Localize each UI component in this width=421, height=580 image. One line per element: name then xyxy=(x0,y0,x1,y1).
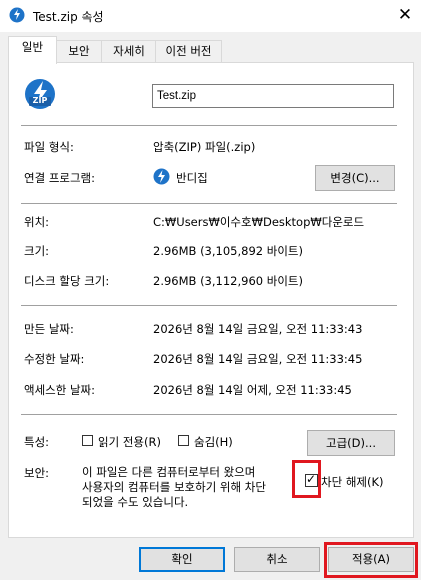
security-message-line: 사용자의 컴퓨터를 보호하기 위해 차단 xyxy=(82,480,266,494)
size-value: 2.96MB (3,105,892 바이트) xyxy=(153,244,303,258)
tab-label: 보안 xyxy=(68,44,90,58)
readonly-label[interactable]: 읽기 전용(R) xyxy=(98,434,161,450)
tab-previous-versions[interactable]: 이전 버전 xyxy=(155,40,222,63)
security-message-line: 되었을 수도 있습니다. xyxy=(82,495,189,509)
zip-file-icon xyxy=(9,7,25,23)
tab-label: 자세히 xyxy=(113,44,145,58)
change-button[interactable]: 변경(C)... xyxy=(315,165,395,191)
cancel-button[interactable]: 취소 xyxy=(234,547,320,572)
separator xyxy=(21,305,397,306)
tab-label: 이전 버전 xyxy=(165,44,212,58)
zip-icon-label: ZIP xyxy=(32,96,48,105)
size-label: 크기: xyxy=(24,244,50,258)
checkmark-icon: ✓ xyxy=(306,472,317,486)
separator xyxy=(21,203,397,204)
bandizip-icon xyxy=(153,168,170,185)
location-label: 위치: xyxy=(24,215,50,229)
type-label: 파일 형식: xyxy=(24,140,74,154)
ok-button[interactable]: 확인 xyxy=(139,547,225,572)
unblock-checkbox[interactable]: ✓ xyxy=(305,472,318,487)
hidden-label[interactable]: 숨김(H) xyxy=(194,434,233,450)
opens-with-value: 반디집 xyxy=(176,171,208,185)
type-value: 압축(ZIP) 파일(.zip) xyxy=(153,140,256,154)
modified-label: 수정한 날짜: xyxy=(24,352,85,366)
zip-icon xyxy=(24,78,56,110)
modified-value: 2026년 8월 14일 금요일, 오전 11:33:45 xyxy=(153,352,363,366)
readonly-checkbox[interactable] xyxy=(82,435,93,446)
unblock-label[interactable]: 차단 해제(K) xyxy=(321,474,384,490)
created-value: 2026년 8월 14일 금요일, 오전 11:33:43 xyxy=(153,322,363,336)
attributes-label: 특성: xyxy=(24,435,50,449)
window-title: Test.zip 속성 xyxy=(33,10,104,24)
advanced-button[interactable]: 고급(D)... xyxy=(307,430,395,456)
location-value: C:₩Users₩이수호₩Desktop₩다운로드 xyxy=(153,215,365,229)
tab-general[interactable]: 일반 xyxy=(8,36,57,64)
security-label: 보안: xyxy=(24,466,50,480)
separator xyxy=(21,414,397,415)
accessed-label: 액세스한 날짜: xyxy=(24,383,96,397)
separator xyxy=(21,125,397,126)
close-icon[interactable]: ✕ xyxy=(393,3,417,27)
created-label: 만든 날짜: xyxy=(24,322,74,336)
opens-with-label: 연결 프로그램: xyxy=(24,171,96,185)
file-name-input[interactable] xyxy=(152,84,394,108)
apply-button[interactable]: 적용(A) xyxy=(328,547,414,572)
accessed-value: 2026년 8월 14일 어제, 오전 11:33:45 xyxy=(153,383,352,397)
security-message-line: 이 파일은 다른 컴퓨터로부터 왔으며 xyxy=(82,465,256,479)
tab-security[interactable]: 보안 xyxy=(55,40,103,63)
disk-size-label: 디스크 할당 크기: xyxy=(24,274,110,288)
hidden-checkbox[interactable] xyxy=(178,435,189,446)
tab-details[interactable]: 자세히 xyxy=(101,40,157,63)
disk-size-value: 2.96MB (3,112,960 바이트) xyxy=(153,274,303,288)
tab-label: 일반 xyxy=(21,40,44,54)
